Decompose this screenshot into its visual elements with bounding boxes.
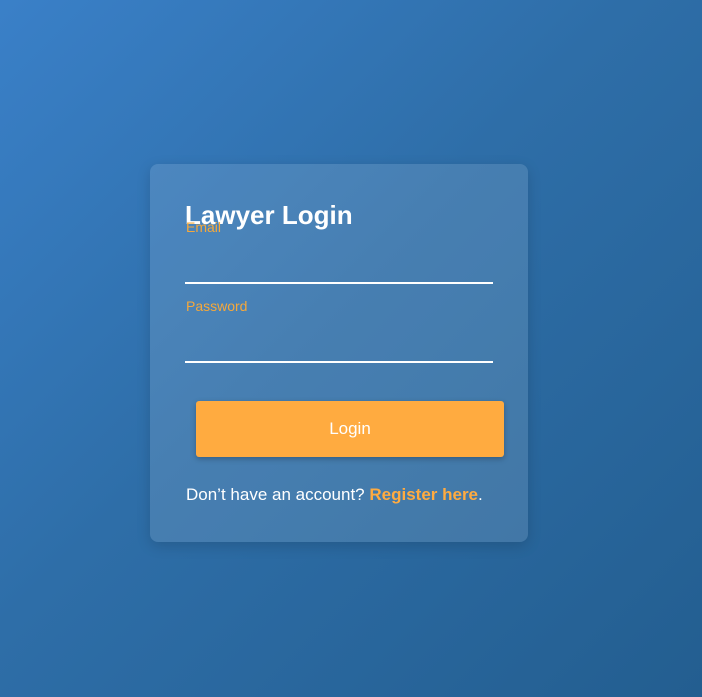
register-prompt: Don’t have an account? Register here.	[186, 485, 483, 505]
register-suffix: .	[478, 485, 483, 504]
register-prompt-text: Don’t have an account?	[186, 485, 370, 504]
login-card: Lawyer Login Email Password Login Don’t …	[150, 164, 528, 542]
email-label: Email	[186, 219, 222, 235]
password-label: Password	[186, 298, 248, 314]
password-field[interactable]	[185, 333, 493, 363]
login-button[interactable]: Login	[196, 401, 504, 457]
register-link[interactable]: Register here	[369, 485, 478, 504]
email-field[interactable]	[185, 254, 493, 284]
